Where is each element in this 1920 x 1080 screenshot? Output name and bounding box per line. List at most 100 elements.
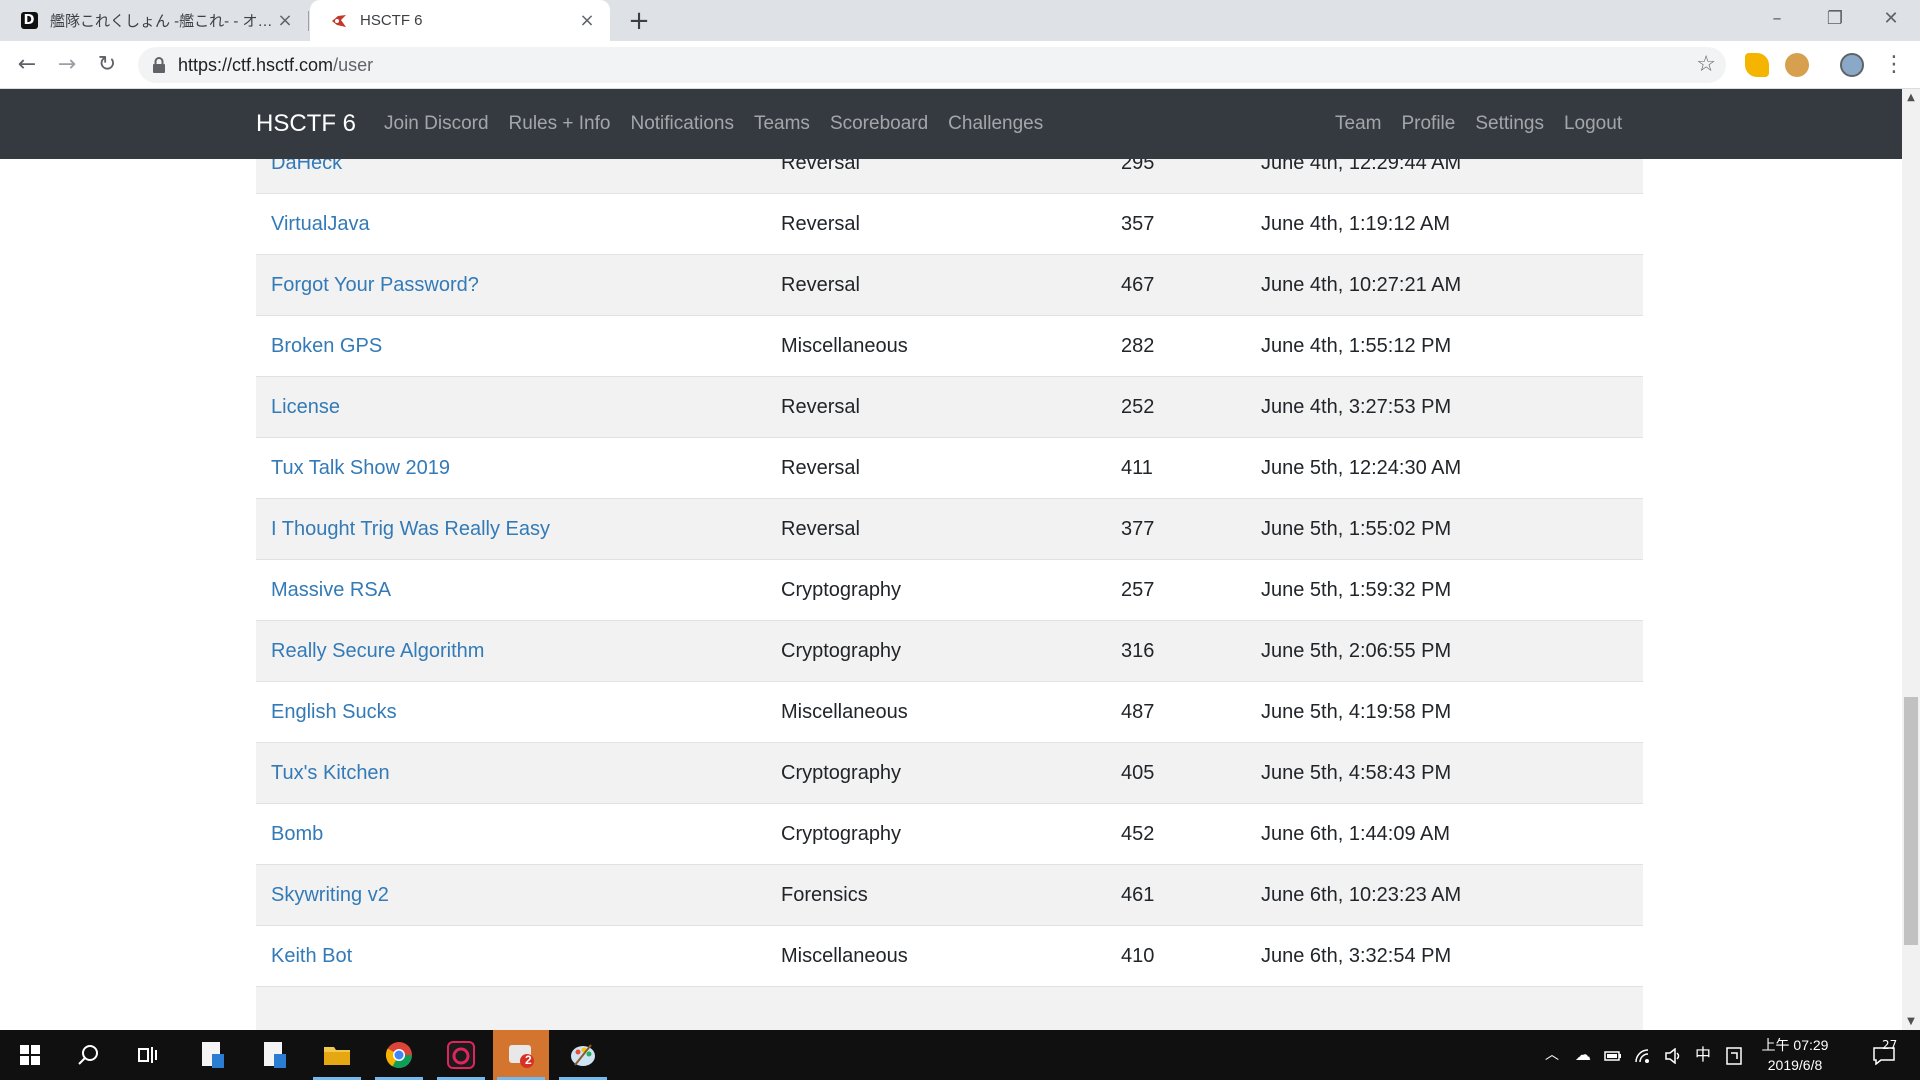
- menu-kebab-icon[interactable]: ⋮: [1880, 51, 1908, 79]
- battery-icon[interactable]: [1600, 1030, 1626, 1080]
- scroll-up-arrow-icon[interactable]: ▲: [1902, 89, 1920, 106]
- browser-tab-kancolle[interactable]: D 艦隊これくしょん -艦これ- - オンラインゲーム ×: [0, 0, 308, 41]
- solve-time-cell: June 5th, 2:06:55 PM: [1261, 639, 1452, 662]
- points-cell: 410: [1121, 944, 1155, 967]
- file-app-icon[interactable]: [247, 1030, 303, 1080]
- nav-team[interactable]: Team: [1325, 89, 1391, 159]
- forward-arrow-icon[interactable]: →: [53, 51, 81, 79]
- category-cell: Miscellaneous: [781, 700, 908, 723]
- table-row: Forgot Your Password? Reversal 467 June 4th…: [256, 254, 1643, 316]
- category-cell: Forensics: [781, 883, 868, 906]
- challenge-link[interactable]: Broken GPS: [271, 335, 382, 357]
- lock-icon: [153, 57, 165, 73]
- bookmark-star-icon[interactable]: ☆: [1696, 47, 1716, 83]
- task-view-icon[interactable]: [120, 1030, 176, 1080]
- solve-time-cell: June 4th, 1:19:12 AM: [1261, 212, 1451, 235]
- browser-toolbar: ← → ↻ https://ctf.hsctf.com/user ☆ ⋮: [0, 41, 1920, 89]
- points-cell: 452: [1121, 822, 1155, 845]
- table-row: Massive RSA Cryptography 257 June 5th, 1:59…: [256, 559, 1643, 621]
- close-tab-icon[interactable]: ×: [276, 11, 294, 30]
- nav-logout[interactable]: Logout: [1554, 89, 1632, 159]
- site-brand[interactable]: HSCTF 6: [256, 89, 356, 159]
- nav-scoreboard[interactable]: Scoreboard: [820, 89, 938, 159]
- scrollbar-thumb[interactable]: [1904, 697, 1918, 945]
- solve-time-cell: June 4th, 3:27:53 PM: [1261, 395, 1452, 418]
- close-window-icon[interactable]: ✕: [1862, 0, 1920, 41]
- file-app-icon[interactable]: [185, 1030, 241, 1080]
- scroll-down-arrow-icon[interactable]: ▼: [1902, 1013, 1920, 1030]
- cookie-extension-icon[interactable]: [1785, 53, 1809, 77]
- nav-join-discord[interactable]: Join Discord: [374, 89, 499, 159]
- challenge-link[interactable]: Skywriting v2: [271, 884, 389, 906]
- paint-app-icon[interactable]: [555, 1030, 611, 1080]
- nav-rules-info[interactable]: Rules + Info: [499, 89, 621, 159]
- address-bar[interactable]: https://ctf.hsctf.com/user ☆: [138, 47, 1726, 83]
- table-row: Bomb Cryptography 452 June 6th, 1:44:09 AM: [256, 803, 1643, 865]
- solve-time-cell: June 5th, 1:59:32 PM: [1261, 578, 1452, 601]
- extension-icon[interactable]: [1745, 53, 1769, 77]
- challenge-link[interactable]: DaHeck: [271, 159, 342, 174]
- system-clock[interactable]: 上午 07:29 2019/6/8: [1750, 1035, 1840, 1075]
- points-cell: 295: [1121, 159, 1155, 174]
- profile-avatar[interactable]: [1840, 53, 1864, 77]
- challenge-link[interactable]: Bomb: [271, 823, 323, 845]
- search-icon[interactable]: [60, 1030, 116, 1080]
- challenge-link[interactable]: Tux's Kitchen: [271, 762, 390, 784]
- wifi-icon[interactable]: [1630, 1030, 1656, 1080]
- challenge-link[interactable]: Forgot Your Password?: [271, 274, 479, 296]
- challenge-link[interactable]: Tux Talk Show 2019: [271, 457, 450, 479]
- table-row-partial: [256, 986, 1643, 1030]
- reload-icon[interactable]: ↻: [93, 51, 121, 79]
- file-explorer-icon[interactable]: [309, 1030, 365, 1080]
- media-app-icon[interactable]: [433, 1030, 489, 1080]
- challenge-link[interactable]: Massive RSA: [271, 579, 391, 601]
- points-cell: 411: [1121, 456, 1153, 479]
- nav-notifications[interactable]: Notifications: [620, 89, 744, 159]
- minimize-icon[interactable]: –: [1748, 0, 1806, 41]
- d-logo-icon: D: [20, 12, 38, 30]
- action-center-icon[interactable]: 27: [1862, 1030, 1906, 1080]
- page-scrollbar[interactable]: ▲ ▼: [1902, 89, 1920, 1030]
- app-with-badge-icon[interactable]: 2: [493, 1030, 549, 1080]
- nav-teams[interactable]: Teams: [744, 89, 820, 159]
- onedrive-cloud-icon[interactable]: ☁: [1570, 1030, 1596, 1080]
- new-tab-button[interactable]: +: [625, 7, 653, 35]
- table-row: Broken GPS Miscellaneous 282 June 4th, 1:55…: [256, 315, 1643, 377]
- chevron-up-icon[interactable]: ︿: [1540, 1030, 1564, 1080]
- hsctf-favicon-icon: [330, 12, 348, 30]
- site-navbar: HSCTF 6 Join Discord Rules + Info Notifi…: [0, 89, 1902, 159]
- ime-indicator[interactable]: 中: [1690, 1030, 1716, 1080]
- back-arrow-icon[interactable]: ←: [13, 51, 41, 79]
- restore-icon[interactable]: ❐: [1806, 0, 1864, 41]
- challenge-link[interactable]: Keith Bot: [271, 945, 352, 967]
- start-windows-icon[interactable]: [2, 1030, 58, 1080]
- chrome-icon[interactable]: [371, 1030, 427, 1080]
- challenge-link[interactable]: VirtualJava: [271, 213, 370, 235]
- input-mode-icon[interactable]: [1724, 1030, 1744, 1080]
- challenge-link[interactable]: License: [271, 396, 340, 418]
- category-cell: Reversal: [781, 395, 860, 418]
- category-cell: Cryptography: [781, 761, 902, 784]
- browser-tab-hsctf[interactable]: HSCTF 6 ×: [310, 0, 610, 41]
- page-content: DaHeck Reversal 295 June 4th, 12:29:44 AM V…: [0, 159, 1902, 1030]
- solve-time-cell: June 6th, 3:32:54 PM: [1261, 944, 1452, 967]
- table-row: Really Secure Algorithm Cryptography 316 Ju…: [256, 620, 1643, 682]
- category-cell: Reversal: [781, 517, 860, 540]
- challenge-link[interactable]: English Sucks: [271, 701, 397, 723]
- solve-time-cell: June 5th, 12:24:30 AM: [1261, 456, 1462, 479]
- taskbar-badge: 2: [525, 1053, 532, 1067]
- challenge-link[interactable]: I Thought Trig Was Really Easy: [271, 518, 550, 540]
- url-text: https://ctf.hsctf.com/user: [178, 47, 373, 83]
- solve-time-cell: June 5th, 4:58:43 PM: [1261, 761, 1452, 784]
- nav-challenges[interactable]: Challenges: [938, 89, 1053, 159]
- nav-profile[interactable]: Profile: [1391, 89, 1465, 159]
- volume-icon[interactable]: [1660, 1030, 1686, 1080]
- table-row: License Reversal 252 June 4th, 3:27:53 PM: [256, 376, 1643, 438]
- close-tab-icon[interactable]: ×: [578, 11, 596, 30]
- nav-settings[interactable]: Settings: [1465, 89, 1554, 159]
- table-row: DaHeck Reversal 295 June 4th, 12:29:44 AM: [256, 159, 1643, 194]
- challenge-link[interactable]: Really Secure Algorithm: [271, 640, 484, 662]
- table-row: Skywriting v2 Forensics 461 June 6th, 10:23…: [256, 864, 1643, 926]
- tab-title: HSCTF 6: [360, 12, 423, 29]
- points-cell: 357: [1121, 212, 1155, 235]
